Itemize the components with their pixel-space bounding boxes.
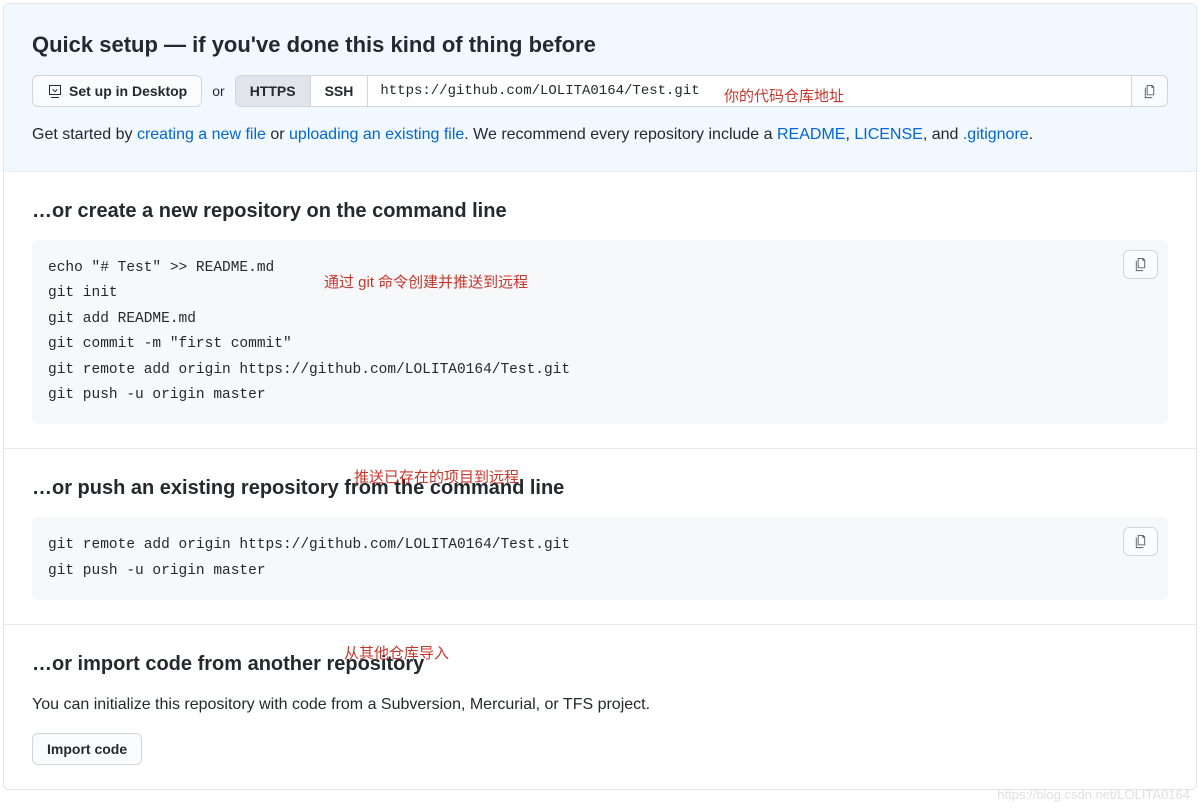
clipboard-icon bbox=[1133, 534, 1148, 549]
import-code-section: 从其他仓库导入 …or import code from another rep… bbox=[4, 625, 1196, 789]
annotation-create: 通过 git 命令创建并推送到远程 bbox=[324, 272, 528, 295]
upload-file-link[interactable]: uploading an existing file bbox=[289, 126, 464, 143]
or-text: or bbox=[212, 81, 224, 102]
import-code-button[interactable]: Import code bbox=[32, 733, 142, 765]
repo-empty-state: Quick setup — if you've done this kind o… bbox=[3, 3, 1197, 790]
import-code-title: …or import code from another repository bbox=[32, 649, 1168, 679]
setup-row: Set up in Desktop or HTTPS SSH bbox=[32, 75, 1168, 107]
setup-desktop-label: Set up in Desktop bbox=[69, 83, 187, 99]
quick-setup-panel: Quick setup — if you've done this kind o… bbox=[4, 4, 1196, 172]
push-existing-code: git remote add origin https://github.com… bbox=[32, 517, 1168, 600]
import-code-description: You can initialize this repository with … bbox=[32, 693, 1168, 717]
get-started-text: Get started by creating a new file or up… bbox=[32, 123, 1168, 147]
annotation-push: 推送已存在的项目到远程 bbox=[354, 467, 519, 490]
clipboard-icon bbox=[1142, 84, 1157, 99]
protocol-tabs: HTTPS SSH bbox=[235, 75, 369, 107]
desktop-download-icon bbox=[47, 83, 63, 99]
copy-url-button[interactable] bbox=[1132, 75, 1168, 107]
push-existing-section: 推送已存在的项目到远程 …or push an existing reposit… bbox=[4, 449, 1196, 625]
readme-link[interactable]: README bbox=[777, 126, 845, 143]
clone-url-group: HTTPS SSH bbox=[235, 75, 1168, 107]
https-tab[interactable]: HTTPS bbox=[236, 76, 310, 106]
copy-create-code-button[interactable] bbox=[1123, 250, 1158, 279]
annotation-url: 你的代码仓库地址 bbox=[724, 86, 844, 109]
create-repo-section: …or create a new repository on the comma… bbox=[4, 172, 1196, 449]
setup-desktop-button[interactable]: Set up in Desktop bbox=[32, 75, 202, 107]
gitignore-link[interactable]: .gitignore bbox=[963, 126, 1029, 143]
clipboard-icon bbox=[1133, 257, 1148, 272]
create-repo-code: echo "# Test" >> README.md git init git … bbox=[32, 240, 1168, 424]
copy-push-code-button[interactable] bbox=[1123, 527, 1158, 556]
create-file-link[interactable]: creating a new file bbox=[137, 126, 266, 143]
license-link[interactable]: LICENSE bbox=[854, 126, 922, 143]
quick-setup-title: Quick setup — if you've done this kind o… bbox=[32, 28, 1168, 61]
ssh-tab[interactable]: SSH bbox=[310, 76, 368, 106]
push-existing-title: …or push an existing repository from the… bbox=[32, 473, 1168, 503]
watermark: https://blog.csdn.net/LOLITA0164 bbox=[997, 785, 1190, 805]
create-repo-title: …or create a new repository on the comma… bbox=[32, 196, 1168, 226]
annotation-import: 从其他仓库导入 bbox=[344, 643, 449, 666]
